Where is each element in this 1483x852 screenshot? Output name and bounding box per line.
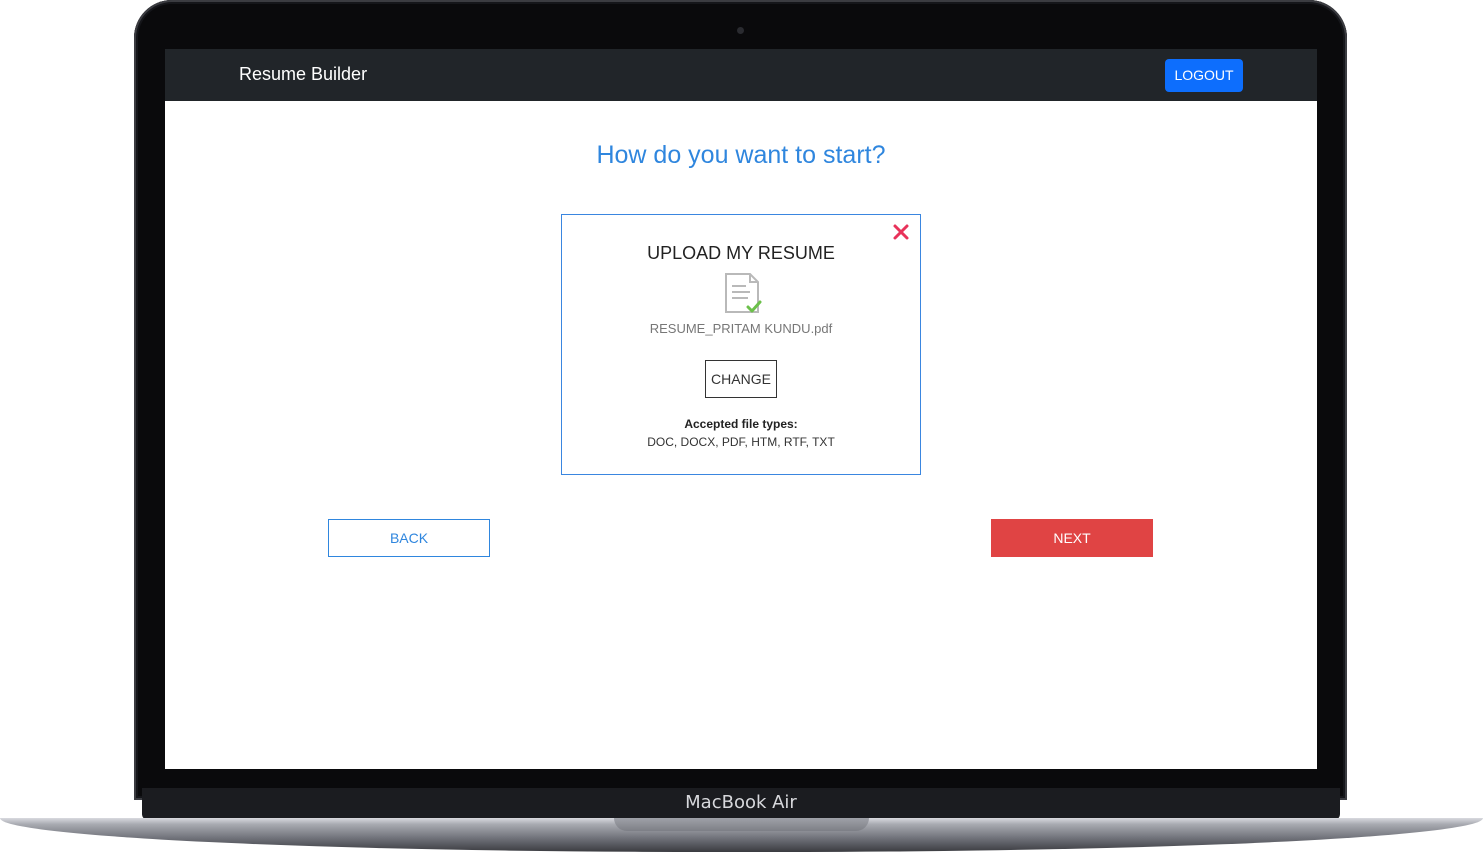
device-model-label: MacBook Air — [685, 792, 797, 813]
accepted-file-types-label: Accepted file types: — [684, 417, 798, 431]
app-screen: Resume Builder LOGOUT How do you want to… — [165, 49, 1317, 769]
accepted-file-types-list: DOC, DOCX, PDF, HTM, RTF, TXT — [647, 435, 835, 449]
document-check-icon — [722, 272, 762, 316]
navbar: Resume Builder LOGOUT — [165, 49, 1317, 101]
close-icon[interactable] — [892, 223, 910, 241]
back-button[interactable]: BACK — [328, 519, 490, 557]
upload-card-title: UPLOAD MY RESUME — [647, 243, 835, 263]
page-title: How do you want to start? — [596, 141, 886, 169]
laptop-notch — [614, 818, 869, 831]
next-button[interactable]: NEXT — [991, 519, 1153, 557]
camera-icon — [737, 27, 744, 34]
app-brand[interactable]: Resume Builder — [239, 64, 367, 85]
laptop-mockup: MacBook Air Resume Builder LOGOUT How do… — [0, 0, 1483, 852]
upload-resume-card: UPLOAD MY RESUME RESUME_PRITAM KUNDU.pdf… — [561, 214, 921, 475]
logout-button[interactable]: LOGOUT — [1165, 59, 1243, 92]
change-file-button[interactable]: CHANGE — [705, 360, 777, 398]
uploaded-file-name: RESUME_PRITAM KUNDU.pdf — [649, 321, 833, 336]
